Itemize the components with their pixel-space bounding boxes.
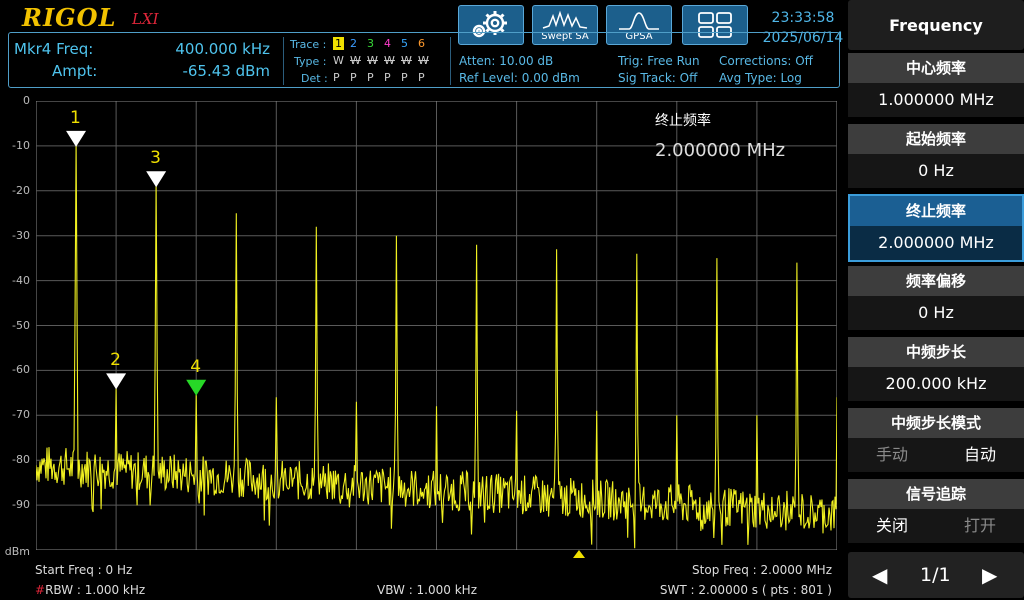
trace-detector: P <box>401 71 408 84</box>
trace-detector: P <box>333 71 340 84</box>
softkey-cf-step[interactable]: 中频步长 200.000 kHz <box>848 337 1024 403</box>
softkey-cf-step-mode[interactable]: 中频步长模式 手动 自动 <box>848 408 1024 474</box>
menu-pager: ◀ 1/1 ▶ <box>848 552 1024 598</box>
active-param-value: 2.000000 MHz <box>655 140 786 161</box>
trace-number[interactable]: 2 <box>350 37 357 50</box>
spectrum-analyzer-screen: RIGOL LXI Swept SA GPSA 23:33:58 2025/06… <box>0 0 1024 600</box>
softkey-value: 0 Hz <box>848 296 1024 330</box>
y-tick-label: -30 <box>12 228 30 242</box>
trig: Trig: Free Run <box>618 54 700 68</box>
softkey-freq-offset[interactable]: 频率偏移 0 Hz <box>848 266 1024 332</box>
y-tick-label: -60 <box>12 363 30 377</box>
softkey-value: 200.000 kHz <box>848 367 1024 401</box>
menu-title-text: Frequency <box>889 16 983 35</box>
trace-type: W <box>418 54 429 67</box>
marker-freq-value: 400.000 kHz <box>175 40 270 58</box>
marker-freq-label: Mkr4 Freq: <box>14 40 94 58</box>
trace-number[interactable]: 6 <box>418 37 425 50</box>
trace-detector: P <box>367 71 374 84</box>
option-off[interactable]: 关闭 <box>848 509 936 543</box>
marker-2-icon <box>106 373 127 390</box>
y-tick-label: -80 <box>12 453 30 467</box>
trace-number[interactable]: 5 <box>401 37 408 50</box>
marker-4-label: 4 <box>190 356 202 377</box>
det-label: Det : <box>301 72 328 85</box>
trace-detector: P <box>384 71 391 84</box>
softkey-label: 起始频率 <box>848 124 1024 154</box>
trace-type: W <box>350 54 361 67</box>
trace-number[interactable]: 1 <box>333 37 344 50</box>
y-tick-label: -50 <box>12 318 30 332</box>
y-tick-label: -70 <box>12 408 30 422</box>
marker-4-icon <box>186 379 207 396</box>
stop-freq: Stop Freq : 2.0000 MHz <box>692 563 832 577</box>
y-tick-label: -40 <box>12 273 30 287</box>
trace-type: W <box>384 54 395 67</box>
option-on[interactable]: 打开 <box>936 509 1024 543</box>
softkey-stop-freq[interactable]: 终止频率 2.000000 MHz <box>848 194 1024 262</box>
trace-type: W <box>401 54 412 67</box>
atten: Atten: 10.00 dB <box>459 54 554 68</box>
trace-number[interactable]: 4 <box>384 37 391 50</box>
type-label: Type : <box>294 55 327 68</box>
softkey-label: 频率偏移 <box>848 266 1024 296</box>
marker-1-label: 1 <box>70 107 81 128</box>
softkey-start-freq[interactable]: 起始频率 0 Hz <box>848 124 1024 190</box>
lxi-logo: LXI <box>132 10 159 28</box>
corrections: Corrections: Off <box>719 54 813 68</box>
marker-1-icon <box>66 130 87 147</box>
softkey-value: 2.000000 MHz <box>850 226 1022 260</box>
softkey-value: 1.000000 MHz <box>848 83 1024 117</box>
vbw: VBW : 1.000 kHz <box>377 583 477 597</box>
softkey-sig-track[interactable]: 信号追踪 关闭 打开 <box>848 479 1024 545</box>
menu-title: Frequency <box>848 0 1024 50</box>
time: 23:33:58 <box>771 10 835 26</box>
option-manual[interactable]: 手动 <box>848 438 936 472</box>
rbw: #RBW : 1.000 kHz <box>35 583 145 597</box>
y-tick-label: -10 <box>12 138 30 152</box>
trace-detector: P <box>418 71 425 84</box>
softkey-label: 中心频率 <box>848 53 1024 83</box>
center-freq-indicator <box>573 550 585 558</box>
softkey-value: 0 Hz <box>848 154 1024 188</box>
softkey-label: 终止频率 <box>850 196 1022 226</box>
y-tick-label: -90 <box>12 498 30 512</box>
next-page-icon[interactable]: ▶ <box>982 552 997 598</box>
start-freq: Start Freq : 0 Hz <box>35 563 133 577</box>
trace-type: W <box>333 54 344 67</box>
softkey-label: 信号追踪 <box>848 479 1024 509</box>
trace-type: W <box>367 54 378 67</box>
marker-ampt-label: Ampt: <box>52 62 98 80</box>
softkey-label: 中频步长 <box>848 337 1024 367</box>
y-tick-label: 0 <box>23 94 30 107</box>
marker-2-label: 2 <box>110 350 121 371</box>
marker-3-icon <box>146 171 167 188</box>
marker-3-label: 3 <box>150 148 161 169</box>
spectrum-plot[interactable] <box>36 101 837 550</box>
y-tick-label: -20 <box>12 183 30 197</box>
trace-detector: P <box>350 71 357 84</box>
rbw-value: RBW : 1.000 kHz <box>45 583 146 597</box>
softkey-label: 中频步长模式 <box>848 408 1024 438</box>
avg-type: Avg Type: Log <box>719 71 802 85</box>
sig-track: Sig Track: Off <box>618 71 698 85</box>
y-unit-label: dBm <box>4 545 30 558</box>
ref-level: Ref Level: 0.00 dBm <box>459 71 580 85</box>
active-param-name: 终止频率 <box>655 113 711 129</box>
rigol-logo: RIGOL <box>22 3 117 32</box>
softkey-center-freq[interactable]: 中心频率 1.000000 MHz <box>848 53 1024 119</box>
swt: SWT : 2.00000 s ( pts : 801 ) <box>659 583 832 597</box>
prev-page-icon[interactable]: ◀ <box>872 552 887 598</box>
option-auto[interactable]: 自动 <box>936 438 1024 472</box>
trace-label: Trace : <box>290 38 327 51</box>
trace-number[interactable]: 3 <box>367 37 374 50</box>
rbw-manual-flag: # <box>35 583 46 597</box>
page-indicator: 1/1 <box>920 564 951 586</box>
marker-ampt-value: -65.43 dBm <box>182 62 270 80</box>
